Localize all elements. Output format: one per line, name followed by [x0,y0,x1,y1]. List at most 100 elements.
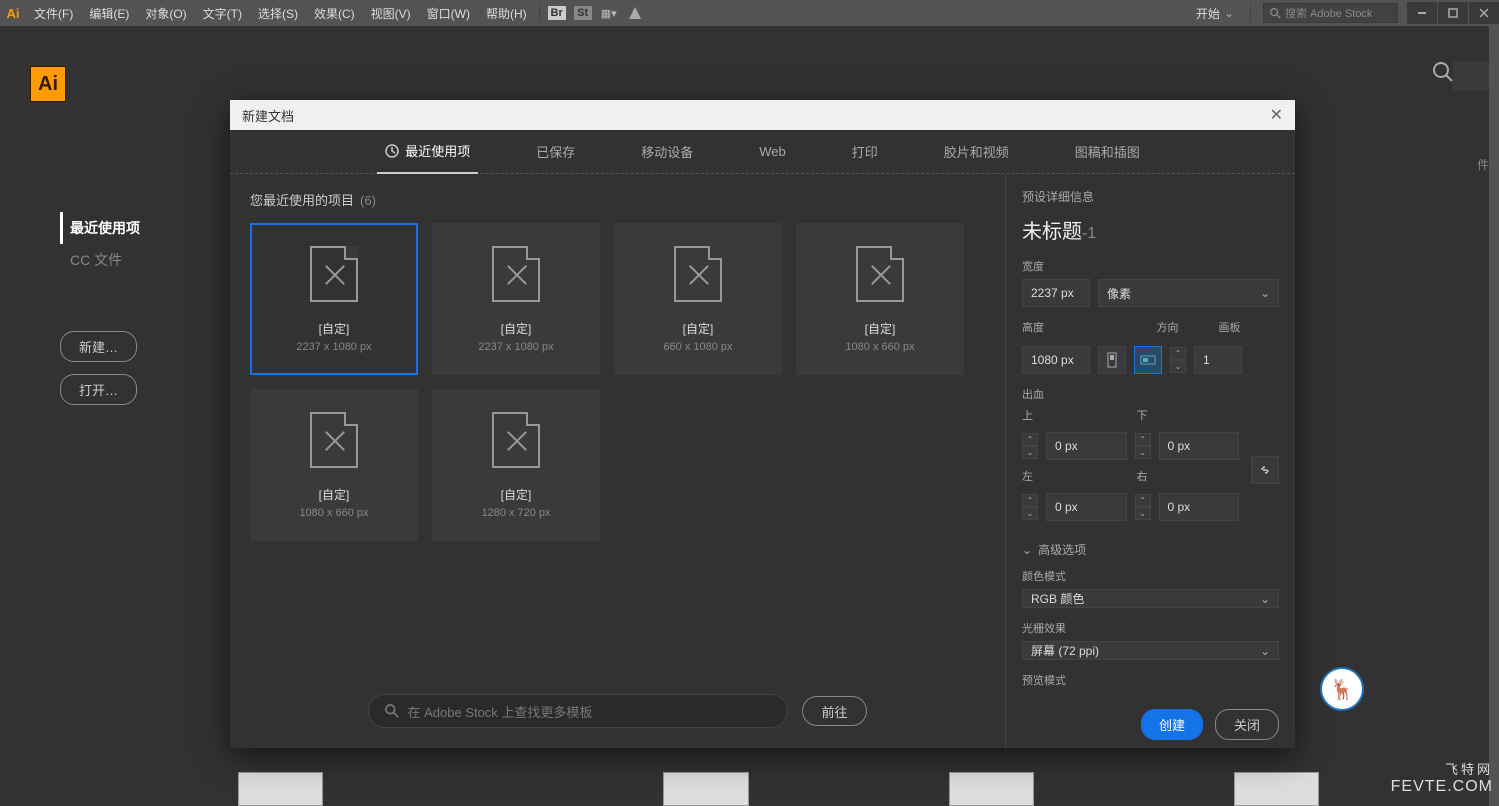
preset-card[interactable]: [自定] 1080 x 660 px [796,223,964,375]
preset-card[interactable]: [自定] 1280 x 720 px [432,389,600,541]
preset-name: [自定] [501,320,532,337]
right-panel-strip [1489,26,1499,806]
landscape-button[interactable] [1134,346,1162,374]
advanced-toggle[interactable]: ⌄高级选项 [1022,541,1279,558]
preset-dimensions: 1280 x 720 px [481,507,550,519]
arrange-icon[interactable]: ▦▾ [596,0,622,26]
document-title[interactable]: 未标题-1 [1022,215,1279,244]
app-logo-small: Ai [0,0,26,26]
maximize-button[interactable] [1438,2,1468,24]
open-button[interactable]: 打开… [60,374,137,405]
artboard-input[interactable]: 1 [1194,346,1242,374]
color-mode-select[interactable]: RGB 颜色⌄ [1022,589,1279,608]
bleed-right-input[interactable]: 0 px [1159,493,1240,521]
stock-search-input[interactable]: 搜索 Adobe Stock [1263,3,1398,23]
menu-view[interactable]: 视图(V) [363,0,419,26]
unit-select[interactable]: 像素⌄ [1098,279,1279,307]
bleed-left-input[interactable]: 0 px [1046,493,1127,521]
preview-label: 预览模式 [1022,672,1279,688]
menu-effect[interactable]: 效果(C) [306,0,363,26]
category-tabs: 最近使用项 已保存 移动设备 Web 打印 胶片和视频 图稿和插图 [230,130,1295,174]
panel-toggle[interactable] [1453,61,1489,91]
bleed-left-label: 左 [1022,468,1125,484]
close-button[interactable]: 关闭 [1215,709,1279,740]
artboard-label: 画板 [1219,319,1241,335]
app-logo-large: Ai [30,66,66,102]
bg-thumb [1234,772,1319,806]
document-icon [856,246,904,302]
minimize-button[interactable] [1407,2,1437,24]
bleed-top-label: 上 [1022,407,1125,423]
new-document-dialog: 新建文档 ✕ 最近使用项 已保存 移动设备 Web 打印 胶片和视频 图稿和插图… [230,100,1295,748]
divider [539,4,540,22]
watermark-text: 飞特网 FEVTE.COM [1391,759,1493,796]
menu-edit[interactable]: 编辑(E) [81,0,137,26]
nav-cc-files[interactable]: CC 文件 [60,244,220,276]
menu-help[interactable]: 帮助(H) [478,0,535,26]
preset-card[interactable]: [自定] 2237 x 1080 px [250,223,418,375]
document-icon [310,412,358,468]
bleed-right-label: 右 [1137,468,1240,484]
watermark-logo: 🦌 [1320,667,1364,711]
bleed-right-spinner[interactable]: ⌃⌄ [1135,494,1151,520]
tab-mobile[interactable]: 移动设备 [633,130,701,173]
height-label: 高度 [1022,319,1145,335]
bleed-top-input[interactable]: 0 px [1046,432,1127,460]
bleed-left-spinner[interactable]: ⌃⌄ [1022,494,1038,520]
close-window-button[interactable] [1469,2,1499,24]
bleed-bottom-spinner[interactable]: ⌃⌄ [1135,433,1151,459]
menu-type[interactable]: 文字(T) [195,0,250,26]
menu-file[interactable]: 文件(F) [26,0,81,26]
artboard-spinner[interactable]: ⌃⌄ [1170,347,1186,373]
menu-object[interactable]: 对象(O) [137,0,194,26]
raster-select[interactable]: 屏幕 (72 ppi)⌄ [1022,641,1279,660]
stock-template-search[interactable]: 在 Adobe Stock 上查找更多模板 [368,694,788,728]
dialog-close-button[interactable]: ✕ [1270,105,1283,125]
bleed-bottom-input[interactable]: 0 px [1159,432,1240,460]
preset-card[interactable]: [自定] 2237 x 1080 px [432,223,600,375]
menu-select[interactable]: 选择(S) [250,0,306,26]
document-icon [674,246,722,302]
menu-window[interactable]: 窗口(W) [419,0,478,26]
preset-name: [自定] [319,320,350,337]
bleed-top-spinner[interactable]: ⌃⌄ [1022,433,1038,459]
new-button[interactable]: 新建… [60,331,137,362]
raster-label: 光栅效果 [1022,620,1279,636]
width-input[interactable]: 2237 px [1022,279,1090,307]
divider [1250,4,1251,22]
tab-film[interactable]: 胶片和视频 [936,130,1017,173]
search-icon[interactable] [1432,61,1454,89]
portrait-button[interactable] [1098,346,1126,374]
dialog-title-text: 新建文档 [242,106,294,125]
stock-icon[interactable]: St [574,6,592,20]
detail-section-title: 预设详细信息 [1022,188,1279,205]
truncated-label: 件 [1477,156,1489,173]
tab-web[interactable]: Web [751,132,794,171]
presets-header: 您最近使用的项目(6) [250,190,985,209]
nav-recent[interactable]: 最近使用项 [60,212,220,244]
preset-name: [自定] [683,320,714,337]
color-mode-label: 颜色模式 [1022,568,1279,584]
bleed-label: 出血 [1022,386,1279,402]
tab-saved[interactable]: 已保存 [528,130,583,173]
preset-detail-panel: 预设详细信息 未标题-1 宽度 2237 px 像素⌄ 高度 方向画板 1080… [1005,174,1295,748]
link-bleed-button[interactable] [1251,456,1279,484]
preset-dimensions: 1080 x 660 px [845,341,914,353]
tab-art[interactable]: 图稿和插图 [1067,130,1148,173]
gpu-icon[interactable] [622,0,648,26]
width-label: 宽度 [1022,258,1279,274]
tab-print[interactable]: 打印 [844,130,886,173]
height-input[interactable]: 1080 px [1022,346,1090,374]
start-button[interactable]: 开始 ⌄ [1184,2,1246,24]
bg-thumb [238,772,323,806]
left-sidebar: Ai 最近使用项 CC 文件 新建… 打开… [0,26,230,806]
bridge-icon[interactable]: Br [548,6,566,20]
stock-go-button[interactable]: 前往 [802,696,866,726]
preset-name: [自定] [319,486,350,503]
preset-card[interactable]: [自定] 1080 x 660 px [250,389,418,541]
document-icon [492,412,540,468]
create-button[interactable]: 创建 [1141,709,1203,740]
tab-recent[interactable]: 最近使用项 [377,129,478,174]
presets-column: 您最近使用的项目(6) [自定] 2237 x 1080 px [自定] 223… [230,174,1005,748]
preset-card[interactable]: [自定] 660 x 1080 px [614,223,782,375]
